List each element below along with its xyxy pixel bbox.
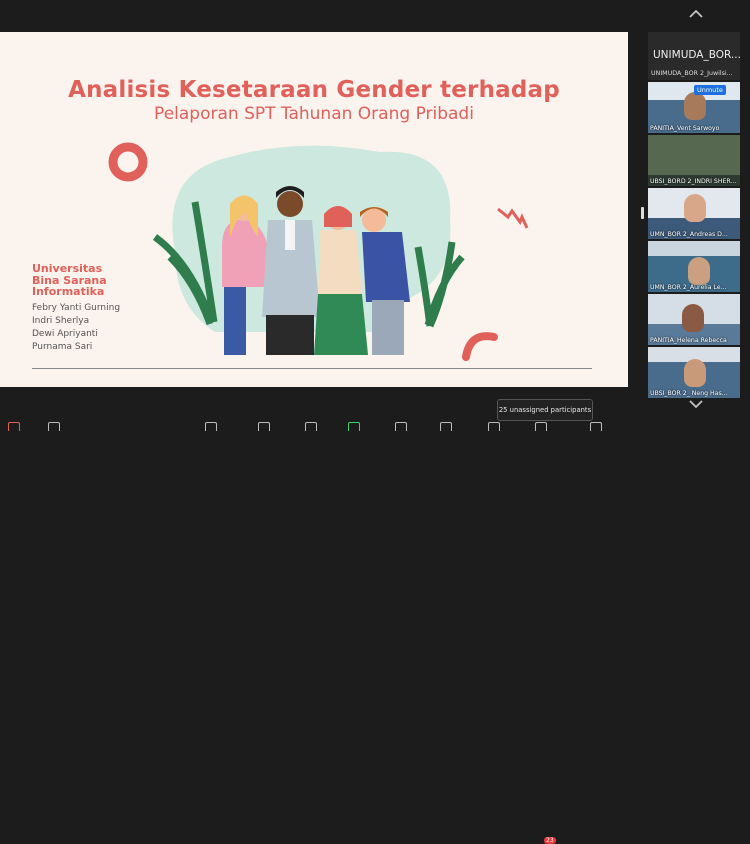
author-name: Purnama Sari (32, 342, 93, 352)
unmute-button[interactable]: Unmute (694, 85, 726, 95)
shared-screen-slide: Analisis Kesetaraan Gender terhadap Pela… (0, 32, 628, 387)
chevron-down-icon[interactable] (688, 398, 704, 412)
participant-video (684, 92, 706, 120)
participant-tile[interactable]: UBSI_BORD 2_INDRI SHER... (648, 135, 740, 186)
participant-tile-active[interactable]: UNIMUDA_BOR... UNIMUDA_BOR 2_Juwilsi... (648, 32, 741, 80)
author-list: Febry Yanti Gurning Indri Sherlya Dewi A… (32, 302, 120, 354)
participant-video (688, 257, 710, 285)
participant-tile[interactable]: Unmute PANITIA_Vent Sarwoyo (648, 82, 740, 133)
participant-video (684, 359, 706, 387)
university-line: Universitas (32, 262, 103, 275)
breakout-count-badge: 23 (544, 837, 556, 844)
author-name: Dewi Apriyanti (32, 329, 98, 339)
participant-label: UMN_BOR 2_Aurelia Le... (650, 284, 727, 291)
participant-tile[interactable]: UBSI_BOR 2_ Neng Has... (648, 347, 740, 398)
participant-label: PANITIA_Helena Rebecca (650, 337, 727, 344)
participant-label: UBSI_BOR 2_ Neng Has... (650, 390, 728, 397)
participant-name: UNIMUDA_BOR... (653, 49, 741, 61)
author-name: Indri Sherlya (32, 316, 90, 326)
participant-tile[interactable]: UMN_BOR 2_Andreas D... (648, 188, 740, 239)
participant-video (682, 304, 704, 332)
slide-divider-line (32, 368, 592, 369)
participant-gallery: UNIMUDA_BOR... UNIMUDA_BOR 2_Juwilsi... … (648, 32, 741, 398)
university-name: Universitas Bina Sarana Informatika (32, 263, 107, 298)
panel-resize-handle[interactable] (641, 207, 644, 219)
participant-label: UMN_BOR 2_Andreas D... (650, 231, 728, 238)
meeting-toolbar: 23 (0, 418, 750, 844)
participant-tile[interactable]: UMN_BOR 2_Aurelia Le... (648, 241, 740, 292)
participant-video (684, 194, 706, 222)
chevron-up-icon[interactable] (688, 8, 704, 22)
author-name: Febry Yanti Gurning (32, 303, 121, 313)
participant-tile[interactable]: PANITIA_Helena Rebecca (648, 294, 740, 345)
decor-arc (462, 332, 498, 361)
participant-label: UNIMUDA_BOR 2_Juwilsi... (651, 70, 733, 77)
participant-label: UBSI_BORD 2_INDRI SHER... (650, 178, 737, 185)
decor-zigzag (497, 207, 529, 229)
participant-label: PANITIA_Vent Sarwoyo (650, 125, 720, 132)
decor-ring (108, 142, 148, 182)
university-line: Informatika (32, 285, 105, 298)
